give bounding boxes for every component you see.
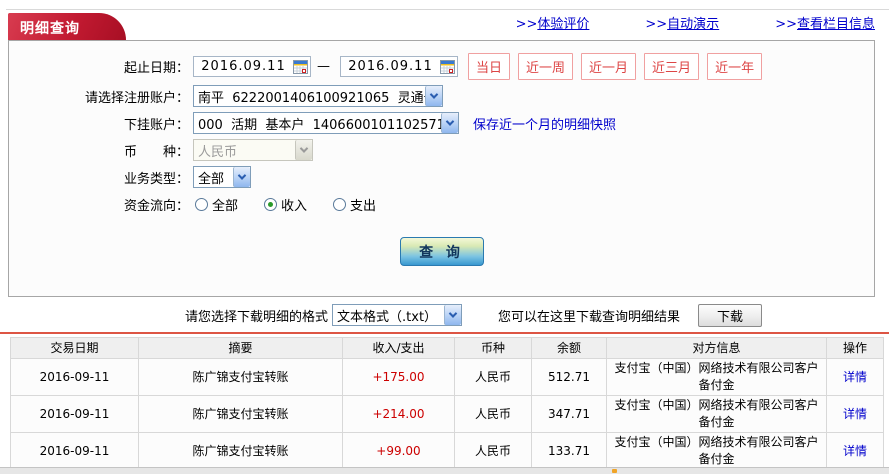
calendar-icon[interactable] [293, 59, 308, 74]
col-header-date: 交易日期 [10, 337, 139, 359]
dropdown-arrow-icon[interactable] [233, 167, 250, 187]
table-header-row: 交易日期 摘要 收入/支出 币种 余额 对方信息 操作 [10, 337, 884, 359]
radio-option-income[interactable]: 收入 [264, 195, 307, 214]
query-button-row: 查 询 [9, 237, 874, 266]
detail-link[interactable]: 详情 [843, 370, 867, 384]
cell-counterparty: 支付宝（中国）网络技术有限公司客户备付金 [606, 432, 827, 470]
col-header-summary: 摘要 [138, 337, 343, 359]
top-divider [6, 0, 889, 10]
calendar-icon[interactable] [440, 59, 455, 74]
cell-date: 2016-09-11 [10, 395, 139, 433]
quick-range-week-button[interactable]: 近一周 [518, 53, 574, 80]
cell-amount: +175.00 [342, 358, 455, 396]
currency-select: 人民币 [193, 139, 313, 161]
dropdown-arrow-icon[interactable] [441, 113, 458, 133]
link-view-column-info[interactable]: >>查看栏目信息 [775, 13, 875, 32]
detail-link[interactable]: 详情 [843, 407, 867, 421]
quick-range-today-button[interactable]: 当日 [468, 53, 511, 80]
cell-summary: 陈广锦支付宝转账 [138, 432, 343, 470]
download-format-select[interactable]: 文本格式（.txt） [332, 304, 463, 326]
register-account-value: 南平 6222001406100921065 灵通卡 [198, 90, 425, 106]
business-type-row: 业务类型： 全部 [9, 166, 874, 188]
sub-account-value: 000 活期 基本户 1406600101102571848 [198, 117, 441, 133]
quick-range-month-button[interactable]: 近一月 [581, 53, 637, 80]
download-button[interactable]: 下载 [698, 303, 763, 327]
currency-row: 币 种： 人民币 [9, 139, 874, 161]
quick-range-3months-button[interactable]: 近三月 [644, 53, 700, 80]
date-to-input[interactable]: 2016.09.11 [340, 56, 458, 77]
col-header-counterparty: 对方信息 [606, 337, 827, 359]
cell-date: 2016-09-11 [10, 358, 139, 396]
sub-account-label: 下挂账户： [123, 117, 189, 133]
radio-option-expense[interactable]: 支出 [333, 195, 376, 214]
link-experience-rating[interactable]: >>体验评价 [516, 13, 590, 32]
dropdown-arrow-icon [295, 140, 312, 160]
date-range-label: 起止日期： [123, 61, 189, 76]
date-from-input[interactable]: 2016.09.11 [193, 56, 311, 77]
fund-flow-label: 资金流向： [123, 198, 189, 214]
date-range-row: 起止日期： 2016.09.11 — 2016.09.11 当日 近一周 近一月… [9, 53, 874, 80]
cell-counterparty: 支付宝（中国）网络技术有限公司客户备付金 [606, 358, 827, 396]
fund-flow-row: 资金流向： 全部 收入 支出 [9, 193, 874, 215]
cell-balance: 133.71 [531, 432, 607, 470]
business-type-value: 全部 [198, 171, 225, 187]
cell-balance: 347.71 [531, 395, 607, 433]
download-format-label: 请您选择下载明细的格式 [185, 309, 329, 325]
radio-icon[interactable] [333, 197, 347, 211]
register-account-row: 请选择注册账户： 南平 6222001406100921065 灵通卡 [9, 85, 874, 107]
sub-account-select[interactable]: 000 活期 基本户 1406600101102571848 [193, 112, 459, 134]
cell-amount: +99.00 [342, 432, 455, 470]
tab-detail-query[interactable]: 明细查询 [8, 13, 126, 40]
cell-amount: +214.00 [342, 395, 455, 433]
header-links: >>体验评价 >>自动演示 >>查看栏目信息 [516, 13, 875, 40]
radio-icon[interactable] [195, 197, 208, 211]
cell-balance: 512.71 [531, 358, 607, 396]
detail-link[interactable]: 详情 [843, 444, 867, 458]
table-row: 2016-09-11 陈广锦支付宝转账 +99.00 人民币 133.71 支付… [10, 432, 884, 470]
cell-currency: 人民币 [454, 395, 532, 433]
quick-range-year-button[interactable]: 近一年 [707, 53, 763, 80]
cell-date: 2016-09-11 [10, 432, 139, 470]
bottom-scrollbar[interactable] [0, 467, 889, 474]
sub-account-row: 下挂账户： 000 活期 基本户 1406600101102571848 保存近… [9, 112, 874, 134]
download-format-value: 文本格式（.txt） [337, 309, 438, 325]
link-auto-demo[interactable]: >>自动演示 [645, 13, 719, 32]
dropdown-arrow-icon[interactable] [444, 305, 462, 325]
query-form-panel: 起止日期： 2016.09.11 — 2016.09.11 当日 近一周 近一月… [8, 40, 875, 297]
scrollbar-marker [612, 469, 617, 473]
business-type-select[interactable]: 全部 [193, 166, 251, 188]
date-from-value: 2016.09.11 [201, 59, 286, 74]
page-title: 明细查询 [20, 21, 80, 37]
red-divider [0, 332, 889, 334]
cell-summary: 陈广锦支付宝转账 [138, 395, 343, 433]
register-account-select[interactable]: 南平 6222001406100921065 灵通卡 [193, 85, 443, 107]
cell-currency: 人民币 [454, 358, 532, 396]
col-header-balance: 余额 [531, 337, 607, 359]
business-type-label: 业务类型： [123, 171, 189, 187]
currency-value: 人民币 [198, 144, 238, 160]
cell-currency: 人民币 [454, 432, 532, 470]
date-to-value: 2016.09.11 [348, 59, 433, 74]
dropdown-arrow-icon[interactable] [425, 86, 442, 106]
download-row: 请您选择下载明细的格式 文本格式（.txt） 您可以在这里下载查询明细结果 下载 [185, 300, 889, 330]
transaction-table: 交易日期 摘要 收入/支出 币种 余额 对方信息 操作 2016-09-11 陈… [10, 337, 884, 470]
cell-summary: 陈广锦支付宝转账 [138, 358, 343, 396]
date-separator: — [317, 59, 330, 74]
table-row: 2016-09-11 陈广锦支付宝转账 +214.00 人民币 347.71 支… [10, 395, 884, 433]
radio-checked-icon[interactable] [264, 197, 278, 211]
register-account-label: 请选择注册账户： [84, 90, 189, 106]
radio-option-all[interactable]: 全部 [195, 195, 238, 214]
col-header-currency: 币种 [454, 337, 532, 359]
header-row: 明细查询 >>体验评价 >>自动演示 >>查看栏目信息 [0, 10, 889, 40]
col-header-action: 操作 [826, 337, 884, 359]
col-header-amount: 收入/支出 [342, 337, 455, 359]
query-button[interactable]: 查 询 [399, 237, 484, 266]
currency-label: 币 种： [123, 144, 189, 160]
download-hint: 您可以在这里下载查询明细结果 [498, 309, 681, 325]
fund-flow-radio-group: 全部 收入 支出 [195, 195, 402, 214]
cell-counterparty: 支付宝（中国）网络技术有限公司客户备付金 [606, 395, 827, 433]
table-row: 2016-09-11 陈广锦支付宝转账 +175.00 人民币 512.71 支… [10, 358, 884, 396]
save-monthly-snapshot-link[interactable]: 保存近一个月的明细快照 [473, 114, 616, 133]
